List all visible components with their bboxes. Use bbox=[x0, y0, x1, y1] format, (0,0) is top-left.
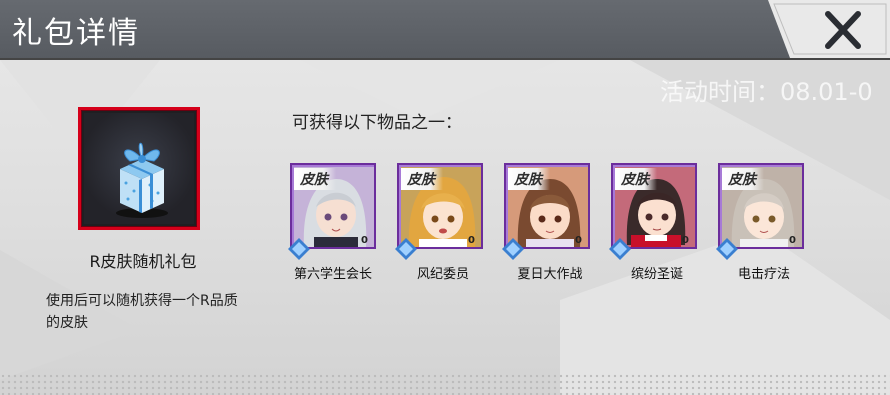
item-count: 0 bbox=[468, 235, 475, 246]
skin-tag: 皮肤 bbox=[294, 168, 336, 190]
rarity-badge-icon bbox=[288, 238, 310, 260]
gift-detail-dialog: 礼包详情 活动时间：08.01-0 R皮肤随机礼包 使用后可以随机获得一个R品质… bbox=[0, 0, 890, 395]
rarity-badge-icon bbox=[609, 238, 631, 260]
event-time-text: 活动时间：08.01-0 bbox=[660, 78, 873, 106]
gift-name: R皮肤随机礼包 bbox=[89, 252, 197, 271]
rarity-badge-icon bbox=[395, 238, 417, 260]
item-name: 电击疗法 bbox=[737, 267, 790, 282]
dialog-title: 礼包详情 bbox=[12, 16, 140, 51]
skin-tag: 皮肤 bbox=[508, 168, 550, 190]
item-name: 缤纷圣诞 bbox=[630, 267, 683, 282]
gift-description: 使用后可以随机获得一个R品质的皮肤 bbox=[46, 293, 238, 331]
item-name: 风纪委员 bbox=[416, 267, 469, 282]
items-title: 可获得以下物品之一： bbox=[292, 113, 462, 133]
item-card[interactable]: 皮肤 0 bbox=[290, 163, 376, 249]
close-x-icon bbox=[768, 0, 890, 58]
item-card[interactable]: 皮肤 0 bbox=[611, 163, 697, 249]
item-card[interactable]: 皮肤 0 bbox=[504, 163, 590, 249]
item-name: 夏日大作战 bbox=[517, 267, 583, 282]
item-card[interactable]: 皮肤 0 bbox=[397, 163, 483, 249]
item-count: 0 bbox=[789, 235, 796, 246]
gift-box-icon bbox=[116, 142, 168, 218]
gift-icon-frame bbox=[78, 107, 200, 230]
skin-tag: 皮肤 bbox=[722, 168, 764, 190]
close-button[interactable] bbox=[760, 0, 890, 58]
item-count: 0 bbox=[575, 235, 582, 246]
item-card[interactable]: 皮肤 0 bbox=[718, 163, 804, 249]
rarity-badge-icon bbox=[716, 238, 738, 260]
item-count: 0 bbox=[361, 235, 368, 246]
skin-tag: 皮肤 bbox=[401, 168, 443, 190]
skin-tag: 皮肤 bbox=[615, 168, 657, 190]
dialog-header: 礼包详情 bbox=[0, 0, 890, 60]
item-count: 0 bbox=[682, 235, 689, 246]
bottom-pattern bbox=[0, 373, 890, 395]
rarity-badge-icon bbox=[502, 238, 524, 260]
item-name: 第六学生会长 bbox=[293, 267, 372, 282]
